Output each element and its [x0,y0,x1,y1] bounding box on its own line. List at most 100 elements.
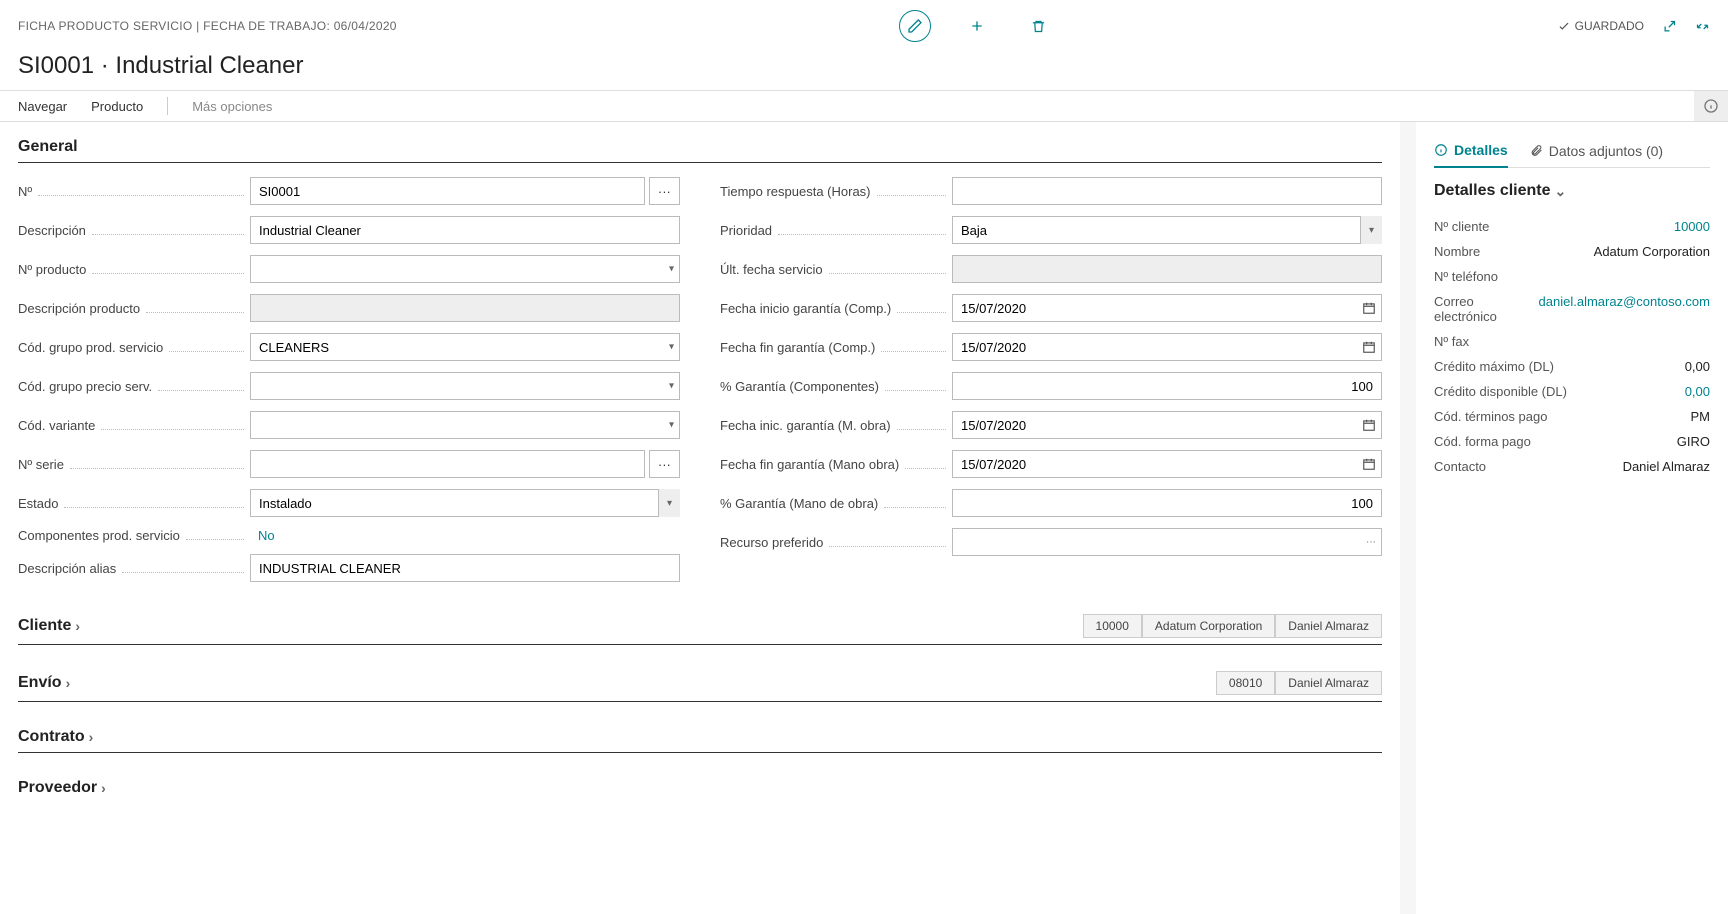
input-resp-time[interactable] [952,177,1382,205]
collapse-button[interactable] [1695,19,1710,34]
kv-terms-value: PM [1691,409,1711,424]
nav-separator [167,97,168,115]
popout-icon [1662,19,1677,34]
nav-more-options[interactable]: Más opciones [192,99,272,114]
kv-method-label: Cód. forma pago [1434,434,1531,449]
input-warr-end-comp[interactable] [952,333,1382,361]
section-envio-header[interactable]: Envío› 08010 Daniel Almaraz [18,671,1382,702]
label-group-code: Cód. grupo prod. servicio [18,340,250,355]
calendar-icon[interactable] [1362,301,1376,315]
info-icon [1703,98,1719,114]
label-warr-end-comp: Fecha fin garantía (Comp.) [720,340,952,355]
side-section-cliente[interactable]: Detalles cliente ⌄ [1434,182,1710,200]
kv-credit-max-value: 0,00 [1685,359,1710,374]
saved-indicator: GUARDADO [1557,19,1644,33]
input-warr-pct-labor[interactable] [952,489,1382,517]
chevron-right-icon: › [101,780,106,796]
factbox-pane: Detalles Datos adjuntos (0) Detalles cli… [1416,122,1728,914]
scrollbar[interactable] [1400,122,1416,914]
delete-button[interactable] [1023,10,1055,42]
label-price-group: Cód. grupo precio serv. [18,379,250,394]
info-icon [1434,143,1448,157]
cliente-tag-contact: Daniel Almaraz [1275,614,1382,638]
select-status[interactable] [250,489,680,517]
label-priority: Prioridad [720,223,952,238]
chevron-down-icon: ⌄ [1555,183,1567,200]
input-no[interactable] [250,177,645,205]
kv-contact-value: Daniel Almaraz [1623,459,1710,474]
section-contrato-header[interactable]: Contrato› [18,728,1382,753]
section-proveedor-header[interactable]: Proveedor› [18,779,1382,803]
label-prod-no: Nº producto [18,262,250,277]
chevron-right-icon: › [66,675,71,691]
label-prod-desc: Descripción producto [18,301,250,316]
label-status: Estado [18,496,250,511]
pencil-icon [907,18,923,34]
section-cliente-header[interactable]: Cliente› 10000 Adatum Corporation Daniel… [18,614,1382,645]
input-warr-start-labor[interactable] [952,411,1382,439]
envio-tag-contact: Daniel Almaraz [1275,671,1382,695]
select-priority[interactable] [952,216,1382,244]
chevron-right-icon: › [89,729,94,745]
cliente-tag-no: 10000 [1083,614,1142,638]
nav-product[interactable]: Producto [91,99,143,114]
label-warr-pct-labor: % Garantía (Mano de obra) [720,496,952,511]
input-pref-resource[interactable] [952,528,1382,556]
input-warr-start-comp[interactable] [952,294,1382,322]
label-desc: Descripción [18,223,250,238]
input-group-code[interactable] [250,333,680,361]
input-serial[interactable] [250,450,645,478]
popout-button[interactable] [1662,19,1677,34]
tab-attachments[interactable]: Datos adjuntos (0) [1530,138,1663,167]
collapse-icon [1695,19,1710,34]
new-button[interactable] [961,10,993,42]
label-warr-start-labor: Fecha inic. garantía (M. obra) [720,418,952,433]
kv-credit-avail-label: Crédito disponible (DL) [1434,384,1567,399]
input-desc[interactable] [250,216,680,244]
page-header: FICHA PRODUCTO SERVICIO | FECHA DE TRABA… [0,0,1728,46]
main-content: General Nº ··· Descripción [0,122,1400,914]
nav-navigate[interactable]: Navegar [18,99,67,114]
calendar-icon[interactable] [1362,418,1376,432]
chevron-right-icon: › [75,618,80,634]
kv-cust-no-label: Nº cliente [1434,219,1489,234]
input-alias[interactable] [250,554,680,582]
action-bar: Navegar Producto Más opciones [0,90,1728,122]
input-prod-no[interactable] [250,255,680,283]
label-warr-end-labor: Fecha fin garantía (Mano obra) [720,457,952,472]
trash-icon [1031,19,1046,34]
input-variant[interactable] [250,411,680,439]
input-warr-end-labor[interactable] [952,450,1382,478]
link-components[interactable]: No [250,528,275,543]
label-last-service: Últ. fecha servicio [720,262,952,277]
kv-terms-label: Cód. términos pago [1434,409,1547,424]
input-price-group[interactable] [250,372,680,400]
breadcrumb: FICHA PRODUCTO SERVICIO | FECHA DE TRABA… [18,19,397,33]
factbox-toggle[interactable] [1694,91,1728,121]
cliente-tag-name: Adatum Corporation [1142,614,1275,638]
lookup-serial-button[interactable]: ··· [649,450,680,478]
kv-email-label: Correo electrónico [1434,294,1539,324]
kv-email-value[interactable]: daniel.almaraz@contoso.com [1539,294,1710,324]
kv-fax-label: Nº fax [1434,334,1469,349]
input-warr-pct-comp[interactable] [952,372,1382,400]
kv-credit-max-label: Crédito máximo (DL) [1434,359,1554,374]
kv-name-label: Nombre [1434,244,1480,259]
edit-button[interactable] [899,10,931,42]
check-icon [1557,19,1571,33]
lookup-no-button[interactable]: ··· [649,177,680,205]
kv-name-value: Adatum Corporation [1594,244,1710,259]
label-serial: Nº serie [18,457,250,472]
label-variant: Cód. variante [18,418,250,433]
label-resp-time: Tiempo respuesta (Horas) [720,184,952,199]
section-general-title[interactable]: General [18,138,1382,163]
calendar-icon[interactable] [1362,457,1376,471]
input-prod-desc [250,294,680,322]
envio-tag-code: 08010 [1216,671,1275,695]
kv-credit-avail-value[interactable]: 0,00 [1685,384,1710,399]
kv-phone-label: Nº teléfono [1434,269,1498,284]
tab-details[interactable]: Detalles [1434,138,1508,168]
calendar-icon[interactable] [1362,340,1376,354]
label-no: Nº [18,184,250,199]
kv-cust-no-value[interactable]: 10000 [1674,219,1710,234]
